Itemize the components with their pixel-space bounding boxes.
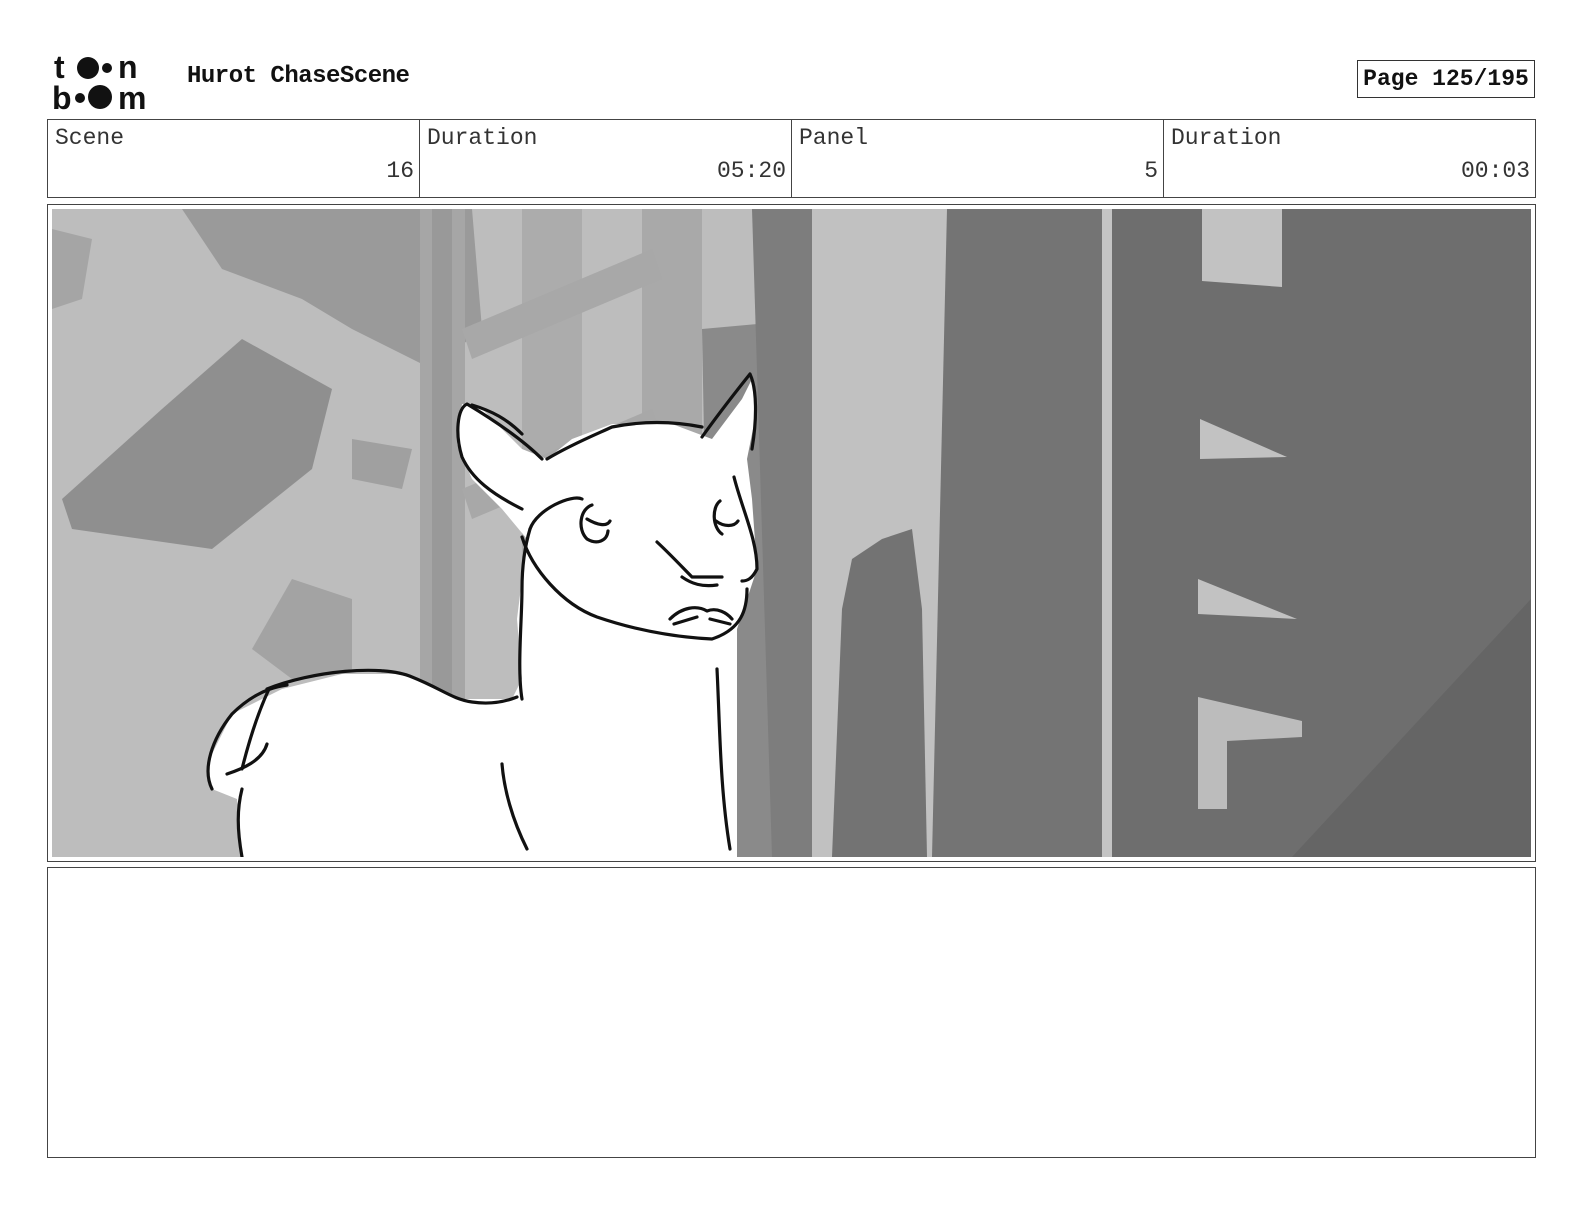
panel-cell: Panel 5 — [792, 120, 1164, 197]
scene-duration-label: Duration — [427, 125, 538, 151]
storyboard-panel-frame — [47, 204, 1536, 862]
panel-duration-label: Duration — [1171, 125, 1282, 151]
svg-text:m: m — [118, 80, 146, 112]
panel-value: 5 — [1144, 158, 1158, 184]
panel-duration-cell: Duration 00:03 — [1164, 120, 1535, 197]
project-title: Hurot ChaseScene — [187, 63, 410, 90]
panel-notes-box — [47, 867, 1536, 1158]
panel-duration-value: 00:03 — [1460, 158, 1530, 184]
panel-sketch-illustration — [52, 209, 1531, 857]
svg-text:b: b — [52, 80, 72, 112]
toon-boom-logo-mark: t n b m — [52, 50, 146, 112]
scene-info-table: Scene 16 Duration 05:20 Panel 5 Duration… — [47, 119, 1536, 198]
scene-value: 16 — [386, 158, 414, 184]
scene-duration-cell: Duration 05:20 — [420, 120, 792, 197]
scene-duration-value: 05:20 — [716, 158, 786, 184]
storyboard-panel-image — [52, 209, 1531, 857]
panel-label: Panel — [799, 125, 869, 151]
scene-label: Scene — [55, 125, 125, 151]
toon-boom-logo: t n b m — [52, 50, 164, 112]
scene-cell: Scene 16 — [48, 120, 420, 197]
page-indicator: Page 125/195 — [1357, 60, 1535, 98]
